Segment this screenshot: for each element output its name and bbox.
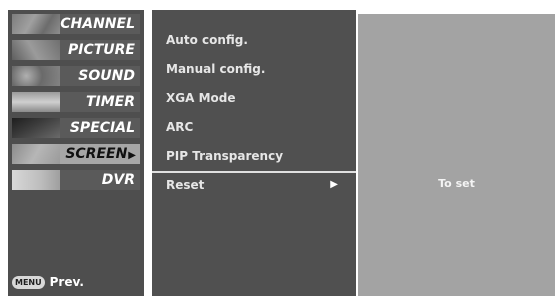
submenu-panel: Auto config. Manual config. XGA Mode ARC… <box>152 10 356 296</box>
special-thumbnail-icon <box>12 118 60 138</box>
category-label: SOUND <box>78 68 135 84</box>
category-channel[interactable]: CHANNEL <box>12 14 140 34</box>
detail-panel: To set <box>358 14 555 296</box>
menu-divider <box>152 171 356 173</box>
screen-thumbnail-icon <box>12 144 60 164</box>
category-dvr[interactable]: DVR <box>12 170 140 190</box>
menu-item-xga-mode[interactable]: XGA Mode <box>166 88 350 108</box>
dvr-thumbnail-icon <box>12 170 60 190</box>
picture-thumbnail-icon <box>12 40 60 60</box>
channel-thumbnail-icon <box>12 14 60 34</box>
menu-item-auto-config[interactable]: Auto config. <box>166 30 350 50</box>
category-panel: CHANNEL PICTURE SOUND TIMER SPECIAL SCRE… <box>8 10 144 296</box>
prev-label: Prev. <box>49 275 84 289</box>
category-screen[interactable]: SCREEN▶ <box>12 144 140 164</box>
menu-item-reset-label: Reset <box>166 178 205 192</box>
timer-thumbnail-icon <box>12 92 60 112</box>
category-picture[interactable]: PICTURE <box>12 40 140 60</box>
menu-item-manual-config[interactable]: Manual config. <box>166 59 350 79</box>
to-set-text[interactable]: To set <box>358 177 555 190</box>
menu-key-icon: MENU <box>12 275 45 289</box>
category-timer[interactable]: TIMER <box>12 92 140 112</box>
category-label: CHANNEL <box>60 16 135 32</box>
play-arrow-icon: ▶ <box>330 179 338 190</box>
category-label: SCREEN▶ <box>65 146 136 162</box>
menu-item-reset[interactable]: Reset ▶ <box>166 175 350 195</box>
category-label: DVR <box>101 172 135 188</box>
menu-item-arc[interactable]: ARC <box>166 117 350 137</box>
category-label: SPECIAL <box>69 120 135 136</box>
active-arrow-icon: ▶ <box>128 150 136 161</box>
category-label: TIMER <box>85 94 135 110</box>
menu-item-pip-transparency[interactable]: PIP Transparency <box>166 146 350 166</box>
category-sound[interactable]: SOUND <box>12 66 140 86</box>
category-label: PICTURE <box>67 42 135 58</box>
prev-hint: MENU Prev. <box>12 273 84 291</box>
category-special[interactable]: SPECIAL <box>12 118 140 138</box>
sound-thumbnail-icon <box>12 66 60 86</box>
